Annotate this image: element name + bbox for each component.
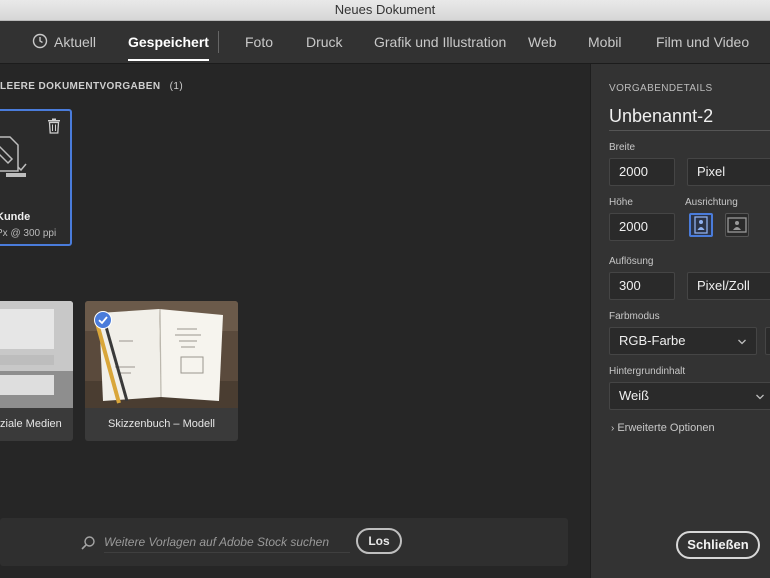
trash-icon[interactable] (47, 118, 61, 134)
unit-value: Pixel (697, 164, 726, 179)
search-go-button[interactable]: Los (356, 528, 402, 554)
saved-preset-card[interactable]: Kunde Px @ 300 ppi (0, 109, 72, 246)
background-dropdown[interactable]: Weiß (609, 382, 770, 410)
advanced-options-toggle[interactable]: › Erweiterte Optionen (611, 422, 715, 434)
chevron-down-icon (738, 339, 746, 345)
tab-mobil[interactable]: Mobil (588, 21, 621, 63)
search-icon (81, 536, 95, 550)
portrait-orientation-button[interactable] (689, 213, 713, 237)
portrait-icon (694, 216, 708, 234)
unit-dropdown[interactable]: Pixel (687, 158, 770, 186)
tab-divider (218, 31, 219, 53)
width-label: Breite (609, 142, 636, 153)
resolution-label: Auflösung (609, 256, 654, 267)
window-titlebar: Neues Dokument (0, 0, 770, 21)
chevron-down-icon (756, 394, 764, 400)
panel-heading: VORGABENDETAILS (609, 83, 713, 94)
width-input[interactable]: 2000 (609, 158, 675, 186)
section-title-text: LEERE DOKUMENTVORGABEN (0, 81, 161, 92)
landscape-orientation-button[interactable] (725, 213, 749, 237)
background-value: Weiß (619, 388, 650, 403)
color-mode-dropdown[interactable]: RGB-Farbe (609, 327, 757, 355)
tab-film[interactable]: Film und Video (656, 21, 749, 63)
window-title: Neues Dokument (334, 2, 436, 17)
resolution-input[interactable]: 300 (609, 272, 675, 300)
preset-name: Kunde (0, 211, 31, 223)
tab-aktuell[interactable]: Aktuell (54, 21, 96, 63)
resolution-unit-value: Pixel/Zoll (697, 278, 750, 293)
close-button[interactable]: Schließen (676, 531, 760, 559)
stock-search-bar: Weitere Vorlagen auf Adobe Stock suchen … (0, 518, 568, 566)
orientation-label: Ausrichtung (685, 197, 738, 208)
resolution-unit-dropdown[interactable]: Pixel/Zoll (687, 272, 770, 300)
landscape-icon (727, 217, 747, 233)
template-thumbnail (0, 301, 73, 408)
template-label: Skizzenbuch – Modell (107, 418, 215, 430)
document-name-underline (609, 130, 770, 131)
clock-icon[interactable] (32, 33, 48, 49)
chevron-right-icon: › (611, 423, 615, 434)
tab-druck[interactable]: Druck (306, 21, 343, 63)
document-icon (0, 136, 27, 177)
document-name-field[interactable]: Unbenannt-2 (609, 106, 713, 127)
template-label: ziale Medien (0, 418, 62, 430)
bit-depth-dropdown[interactable] (765, 327, 770, 355)
template-card-social-media[interactable]: ziale Medien (0, 301, 73, 441)
section-count: (1) (169, 81, 184, 92)
color-mode-value: RGB-Farbe (619, 333, 686, 348)
height-input[interactable]: 2000 (609, 213, 675, 241)
background-label: Hintergrundinhalt (609, 366, 686, 377)
preset-browser: LEERE DOKUMENTVORGABEN (1) Kunde Px @ 30… (0, 64, 590, 578)
checkmark-icon (94, 311, 112, 329)
preset-details: Px @ 300 ppi (0, 228, 57, 239)
preset-details-panel: VORGABENDETAILS Unbenannt-2 Breite 2000 … (590, 64, 770, 578)
tab-web[interactable]: Web (528, 21, 557, 63)
stock-search-input[interactable]: Weitere Vorlagen auf Adobe Stock suchen (104, 532, 350, 553)
color-mode-label: Farbmodus (609, 311, 660, 322)
template-card-sketchbook[interactable]: Skizzenbuch – Modell (85, 301, 238, 441)
tab-foto[interactable]: Foto (245, 21, 273, 63)
height-label: Höhe (609, 197, 633, 208)
section-title: LEERE DOKUMENTVORGABEN (1) (0, 81, 183, 92)
advanced-options-label: Erweiterte Optionen (617, 422, 715, 434)
category-tabs: Aktuell Gespeichert Foto Druck Grafik un… (0, 21, 770, 64)
tab-gespeichert[interactable]: Gespeichert (128, 21, 209, 63)
tab-grafik[interactable]: Grafik und Illustration (374, 21, 506, 63)
